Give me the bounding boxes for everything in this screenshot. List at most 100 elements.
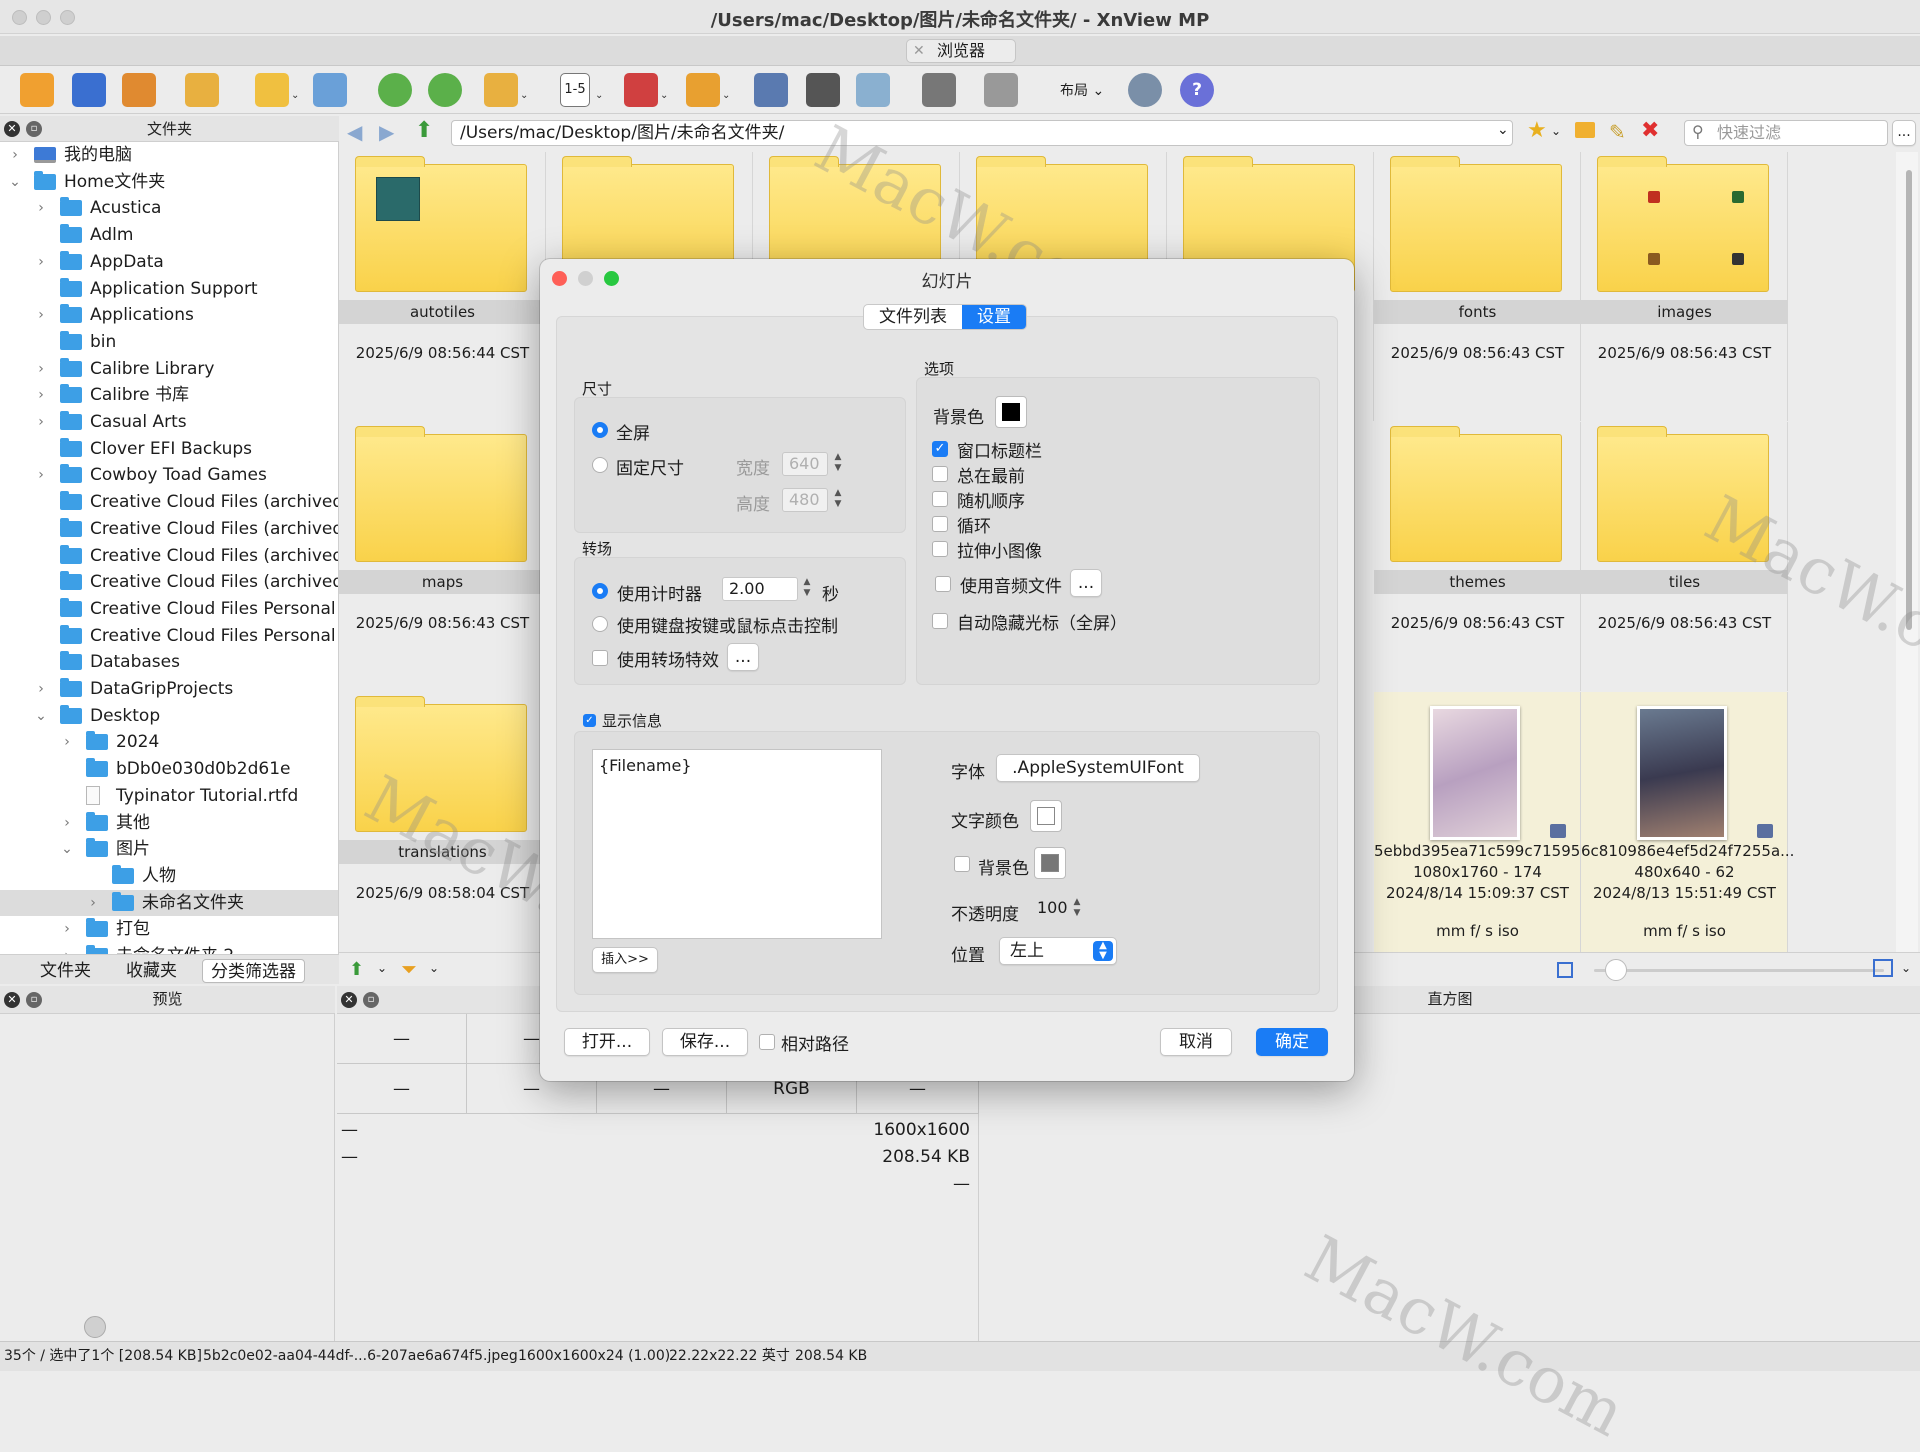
bookmark-icon[interactable] <box>686 73 720 107</box>
forward-arrow-icon[interactable]: ▶ <box>379 120 394 144</box>
chevron-right-icon[interactable]: › <box>60 810 74 836</box>
zoom-slider-track[interactable] <box>1594 969 1884 972</box>
tab-favorites[interactable]: 收藏夹 <box>118 959 185 983</box>
help-icon[interactable]: ? <box>1180 73 1214 107</box>
tab-category-filter[interactable]: 分类筛选器 <box>202 959 305 983</box>
layout-menu[interactable]: 布局 ⌄ <box>1060 80 1104 100</box>
grid-scrollbar-thumb[interactable] <box>1906 170 1912 630</box>
timer-radio[interactable] <box>592 583 608 599</box>
chevron-right-icon[interactable]: › <box>60 729 74 755</box>
thumbnail-view-icon[interactable] <box>624 73 658 107</box>
chevron-right-icon[interactable]: › <box>34 302 48 328</box>
preview-zoom-thumb[interactable] <box>84 1316 106 1338</box>
opacity-stepper[interactable]: ▲ ▼ <box>1070 897 1084 921</box>
image-thumbnail[interactable]: 6c810986e4ef5d24f7255a... 480x640 - 62 202… <box>1581 692 1794 952</box>
tree-item[interactable]: bin <box>0 329 338 355</box>
tab-folders[interactable]: 文件夹 <box>32 959 99 983</box>
show-info-checkbox[interactable]: ✓ <box>583 714 596 727</box>
tree-icon[interactable] <box>984 73 1018 107</box>
folder-thumbnail[interactable]: autotiles 2025/6/9 08:56:44 CST <box>339 152 546 421</box>
capture-icon[interactable] <box>754 73 788 107</box>
fullscreen-icon[interactable] <box>72 73 106 107</box>
rotate-left-icon[interactable] <box>378 73 412 107</box>
tree-item[interactable]: Clover EFI Backups <box>0 436 338 462</box>
bg-color-swatch[interactable] <box>995 396 1027 428</box>
chevron-right-icon[interactable]: › <box>34 249 48 275</box>
hide-cursor-checkbox[interactable] <box>932 613 948 629</box>
float-info-icon[interactable]: ▫ <box>363 992 379 1008</box>
delete-icon[interactable]: ✖ <box>1641 118 1659 143</box>
tree-item[interactable]: › Cowboy Toad Games <box>0 462 338 488</box>
tree-item[interactable]: › 其他 <box>0 810 338 836</box>
keyboard-radio[interactable] <box>592 616 608 632</box>
filter-icon[interactable]: ⏷ <box>401 957 417 981</box>
float-panel-icon[interactable]: ▫ <box>26 121 42 137</box>
tab-browser[interactable]: ✕ 浏览器 <box>906 39 1016 63</box>
info-template-textarea[interactable]: {Filename} <box>592 749 882 939</box>
view-mode-icon[interactable] <box>1873 959 1893 977</box>
tree-item[interactable]: ⌄ Desktop <box>0 703 338 729</box>
tree-item[interactable]: › Calibre Library <box>0 356 338 382</box>
opacity-input[interactable]: 100 <box>1031 897 1071 921</box>
tree-item[interactable]: Creative Cloud Files Personal Ac <box>0 596 338 622</box>
chevron-down-icon[interactable]: ⌄ <box>34 703 48 729</box>
chevron-right-icon[interactable]: › <box>34 462 48 488</box>
info-bg-checkbox[interactable] <box>954 856 970 872</box>
page-range-icon[interactable]: 1-5 <box>560 73 590 107</box>
titlebar-checkbox[interactable]: ✓ <box>932 441 948 457</box>
width-input[interactable]: 640 <box>782 452 828 476</box>
print-icon[interactable] <box>922 73 956 107</box>
view-mode-dropdown-icon[interactable]: ⌄ <box>1901 961 1911 975</box>
relative-path-checkbox[interactable] <box>759 1034 775 1050</box>
tree-item[interactable]: › AppData <box>0 249 338 275</box>
timer-stepper[interactable]: ▲ ▼ <box>800 577 814 601</box>
fit-view-icon[interactable] <box>1557 962 1573 978</box>
open-button[interactable]: 打开... <box>564 1028 650 1056</box>
tree-item[interactable]: ⌄ Home文件夹 <box>0 169 338 195</box>
height-input[interactable]: 480 <box>782 488 828 512</box>
image-thumbnail[interactable]: 5ebbd395ea71c599c71595... 1080x1760 - 174… <box>1374 692 1595 952</box>
tree-item[interactable]: › Casual Arts <box>0 409 338 435</box>
audio-checkbox[interactable] <box>935 576 951 592</box>
chevron-right-icon[interactable]: › <box>60 943 74 954</box>
chevron-right-icon[interactable]: › <box>8 142 22 168</box>
tree-item[interactable]: › 打包 <box>0 916 338 942</box>
chevron-down-icon[interactable]: ⌄ <box>8 169 22 195</box>
tree-item[interactable]: bDb0e030d0b2d61e <box>0 756 338 782</box>
tree-item[interactable]: › 我的电脑 <box>0 142 338 168</box>
tree-item[interactable]: 人物 <box>0 863 338 889</box>
tree-item[interactable]: Creative Cloud Files (archived) <box>0 489 338 515</box>
chevron-right-icon[interactable]: › <box>34 409 48 435</box>
audio-file-button[interactable]: ... <box>1070 569 1102 597</box>
fullscreen-radio[interactable] <box>592 422 608 438</box>
tree-item[interactable]: Creative Cloud Files (archived) <box>0 543 338 569</box>
zoom-slider-thumb[interactable] <box>1605 959 1627 981</box>
tree-item[interactable]: Creative Cloud Files Personal Ac <box>0 623 338 649</box>
folder-thumbnail[interactable]: maps 2025/6/9 08:56:43 CST <box>339 422 546 691</box>
cancel-button[interactable]: 取消 <box>1160 1028 1232 1056</box>
insert-button[interactable]: 插入>> <box>592 947 658 973</box>
folder-thumbnail[interactable]: images 2025/6/9 08:56:43 CST <box>1581 152 1788 421</box>
save-button[interactable]: 保存... <box>662 1028 748 1056</box>
tree-item[interactable]: › Calibre 书库 <box>0 382 338 408</box>
tree-item[interactable]: › Applications <box>0 302 338 328</box>
new-folder-icon[interactable] <box>1575 122 1595 138</box>
filter-dropdown-icon[interactable]: ⌄ <box>429 961 439 975</box>
close-panel-icon[interactable]: ✕ <box>4 121 20 137</box>
tree-item[interactable]: Adlm <box>0 222 338 248</box>
chevron-right-icon[interactable]: › <box>86 890 100 916</box>
rename-icon[interactable]: ✎ <box>1609 120 1626 144</box>
close-info-icon[interactable]: ✕ <box>341 992 357 1008</box>
move-to-icon[interactable] <box>255 73 289 107</box>
chevron-down-icon[interactable]: ⌄ <box>60 836 74 862</box>
chevron-right-icon[interactable]: › <box>34 676 48 702</box>
sort-icon[interactable]: ⬆ <box>349 959 364 980</box>
view-icon[interactable] <box>20 73 54 107</box>
batch-convert-icon[interactable] <box>313 73 347 107</box>
rotate-right-icon[interactable] <box>428 73 462 107</box>
path-dropdown-icon[interactable]: ⌄ <box>1497 122 1509 138</box>
transition-effect-checkbox[interactable] <box>592 650 608 666</box>
tree-item[interactable]: › DataGripProjects <box>0 676 338 702</box>
timer-input[interactable]: 2.00 <box>722 577 798 601</box>
import-icon[interactable] <box>185 73 219 107</box>
